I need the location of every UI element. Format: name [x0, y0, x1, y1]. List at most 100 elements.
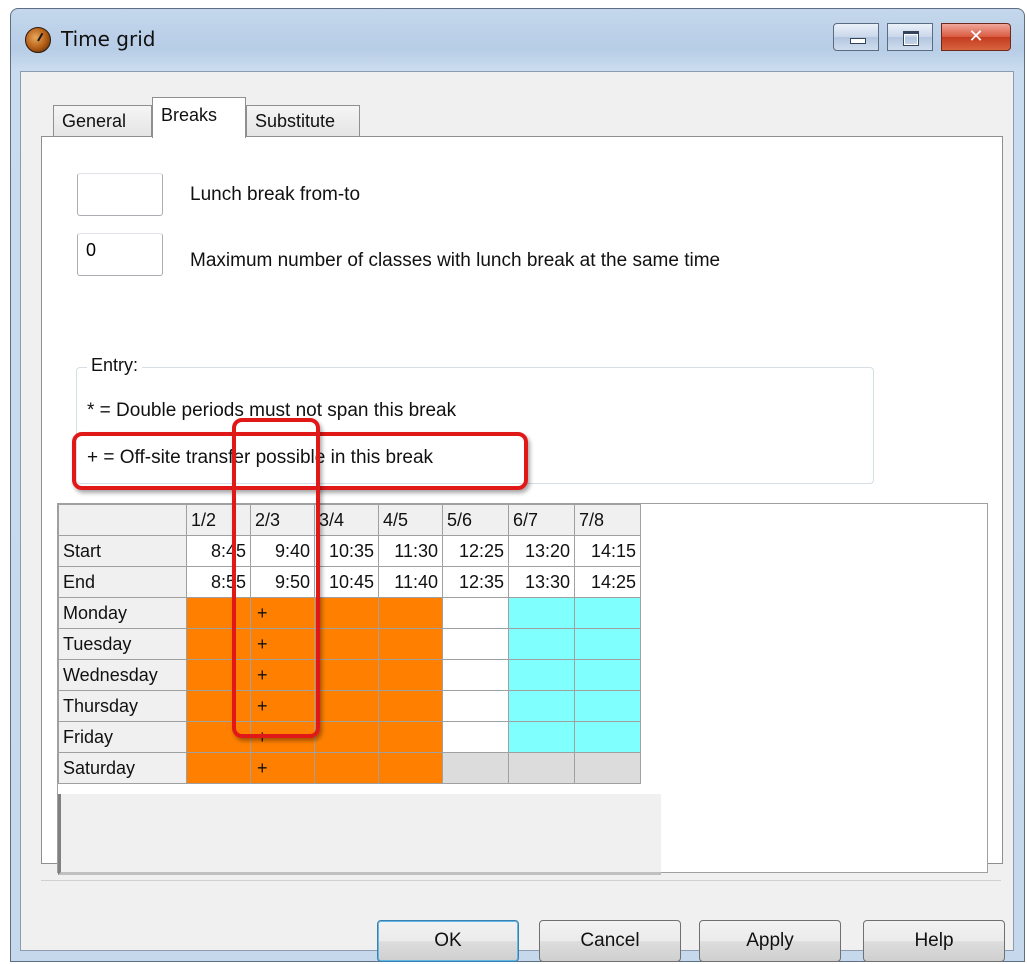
- grid-break-cell[interactable]: +: [250, 659, 315, 691]
- breaks-panel: Lunch break from-to 0 Maximum number of …: [41, 136, 1003, 875]
- grid-break-cell[interactable]: +: [250, 690, 315, 722]
- grid-day-row: Thursday +: [58, 690, 641, 722]
- tab-general[interactable]: General: [53, 105, 152, 137]
- grid-break-cell[interactable]: [378, 752, 443, 784]
- grid-day-label: Wednesday: [58, 659, 187, 691]
- grid-break-cell[interactable]: [508, 659, 575, 691]
- maximize-button[interactable]: [887, 23, 933, 51]
- grid-break-cell[interactable]: [186, 628, 251, 660]
- apply-button[interactable]: Apply: [699, 920, 841, 962]
- grid-empty-area: [58, 794, 661, 875]
- grid-column-header[interactable]: 3/4: [314, 504, 379, 536]
- grid-row-header-end: End: [58, 566, 187, 598]
- grid-end-time[interactable]: 13:30: [508, 566, 575, 598]
- lunch-break-label: Lunch break from-to: [190, 184, 361, 205]
- grid-start-time[interactable]: 10:35: [314, 535, 379, 567]
- grid-break-cell[interactable]: [378, 628, 443, 660]
- entry-offsite-text: + = Off-site transfer possible in this b…: [87, 447, 434, 468]
- grid-start-time[interactable]: 13:20: [508, 535, 575, 567]
- grid-day-row: Monday +: [58, 597, 641, 629]
- dialog-client-area: General Breaks Substitute Lunch break fr…: [20, 71, 1014, 962]
- entry-double-text: * = Double periods must not span this br…: [87, 400, 457, 421]
- grid-break-cell[interactable]: [508, 628, 575, 660]
- grid-break-cell[interactable]: [314, 597, 379, 629]
- time-grid-table: 1/2 2/3 3/4 4/5 5/6 6/7 7/8 Start 8:45 9:40 10:35 1…: [58, 504, 641, 784]
- grid-break-cell[interactable]: [378, 597, 443, 629]
- grid-break-cell[interactable]: [574, 597, 641, 629]
- grid-start-time[interactable]: 12:25: [442, 535, 509, 567]
- ok-button[interactable]: OK: [377, 920, 519, 962]
- grid-break-cell[interactable]: [442, 659, 509, 691]
- grid-start-time[interactable]: 9:40: [250, 535, 315, 567]
- grid-column-header[interactable]: 2/3: [250, 504, 315, 536]
- grid-day-row: Wednesday +: [58, 659, 641, 691]
- max-classes-field[interactable]: 0: [77, 233, 163, 276]
- grid-start-time[interactable]: 14:15: [574, 535, 641, 567]
- grid-break-cell[interactable]: [186, 752, 251, 784]
- grid-break-cell[interactable]: [508, 752, 575, 784]
- grid-break-cell[interactable]: [508, 721, 575, 753]
- grid-header-row: 1/2 2/3 3/4 4/5 5/6 6/7 7/8: [58, 504, 641, 536]
- entry-groupbox: Entry: * = Double periods must not span …: [76, 355, 874, 484]
- grid-break-cell[interactable]: [442, 597, 509, 629]
- grid-break-cell[interactable]: [314, 721, 379, 753]
- grid-break-cell[interactable]: [314, 628, 379, 660]
- grid-break-cell[interactable]: [574, 628, 641, 660]
- minimize-button[interactable]: [833, 23, 879, 51]
- grid-break-cell[interactable]: [574, 752, 641, 784]
- grid-break-cell[interactable]: [574, 721, 641, 753]
- grid-start-time[interactable]: 11:30: [378, 535, 443, 567]
- tab-breaks[interactable]: Breaks: [152, 97, 246, 138]
- grid-break-cell[interactable]: [186, 690, 251, 722]
- grid-break-cell[interactable]: [442, 690, 509, 722]
- help-button[interactable]: Help: [863, 920, 1005, 962]
- grid-day-label: Friday: [58, 721, 187, 753]
- grid-break-cell[interactable]: [442, 752, 509, 784]
- grid-day-label: Saturday: [58, 752, 187, 784]
- grid-break-cell[interactable]: [378, 690, 443, 722]
- grid-column-header[interactable]: 7/8: [574, 504, 641, 536]
- grid-break-cell[interactable]: [508, 690, 575, 722]
- grid-column-header[interactable]: 4/5: [378, 504, 443, 536]
- grid-end-time[interactable]: 11:40: [378, 566, 443, 598]
- lunch-break-field[interactable]: [77, 173, 163, 216]
- grid-column-header[interactable]: 6/7: [508, 504, 575, 536]
- grid-end-time[interactable]: 9:50: [250, 566, 315, 598]
- grid-end-time[interactable]: 8:55: [186, 566, 251, 598]
- grid-break-cell[interactable]: [378, 721, 443, 753]
- grid-break-cell[interactable]: [314, 690, 379, 722]
- grid-break-cell[interactable]: [314, 752, 379, 784]
- grid-break-cell[interactable]: +: [250, 597, 315, 629]
- close-button[interactable]: ✕: [941, 23, 1011, 51]
- grid-break-cell[interactable]: [574, 659, 641, 691]
- grid-break-cell[interactable]: [442, 628, 509, 660]
- grid-break-cell[interactable]: [442, 721, 509, 753]
- grid-break-cell[interactable]: +: [250, 721, 315, 753]
- grid-break-cell[interactable]: +: [250, 752, 315, 784]
- separator: [41, 880, 1001, 881]
- grid-start-time[interactable]: 8:45: [186, 535, 251, 567]
- grid-end-time[interactable]: 12:35: [442, 566, 509, 598]
- grid-corner: [58, 504, 187, 536]
- grid-break-cell[interactable]: [186, 721, 251, 753]
- grid-break-cell[interactable]: [508, 597, 575, 629]
- time-grid-area: 1/2 2/3 3/4 4/5 5/6 6/7 7/8 Start 8:45 9:40 10:35 1…: [57, 503, 988, 875]
- grid-break-cell[interactable]: [378, 659, 443, 691]
- grid-column-header[interactable]: 5/6: [442, 504, 509, 536]
- grid-column-header[interactable]: 1/2: [186, 504, 251, 536]
- grid-day-label: Thursday: [58, 690, 187, 722]
- grid-break-cell[interactable]: [574, 690, 641, 722]
- grid-break-cell[interactable]: [314, 659, 379, 691]
- entry-title: Entry:: [87, 355, 143, 376]
- grid-end-time[interactable]: 10:45: [314, 566, 379, 598]
- title-bar[interactable]: Time grid ✕: [11, 9, 1024, 71]
- grid-day-row: Friday +: [58, 721, 641, 753]
- grid-end-time[interactable]: 14:25: [574, 566, 641, 598]
- cancel-button[interactable]: Cancel: [539, 920, 681, 962]
- grid-break-cell[interactable]: [186, 659, 251, 691]
- tab-substitute[interactable]: Substitute: [246, 105, 360, 137]
- grid-end-row: End 8:55 9:50 10:45 11:40 12:35 13:30 14:25: [58, 566, 641, 598]
- grid-break-cell[interactable]: +: [250, 628, 315, 660]
- grid-break-cell[interactable]: [186, 597, 251, 629]
- max-classes-label: Maximum number of classes with lunch bre…: [190, 250, 721, 271]
